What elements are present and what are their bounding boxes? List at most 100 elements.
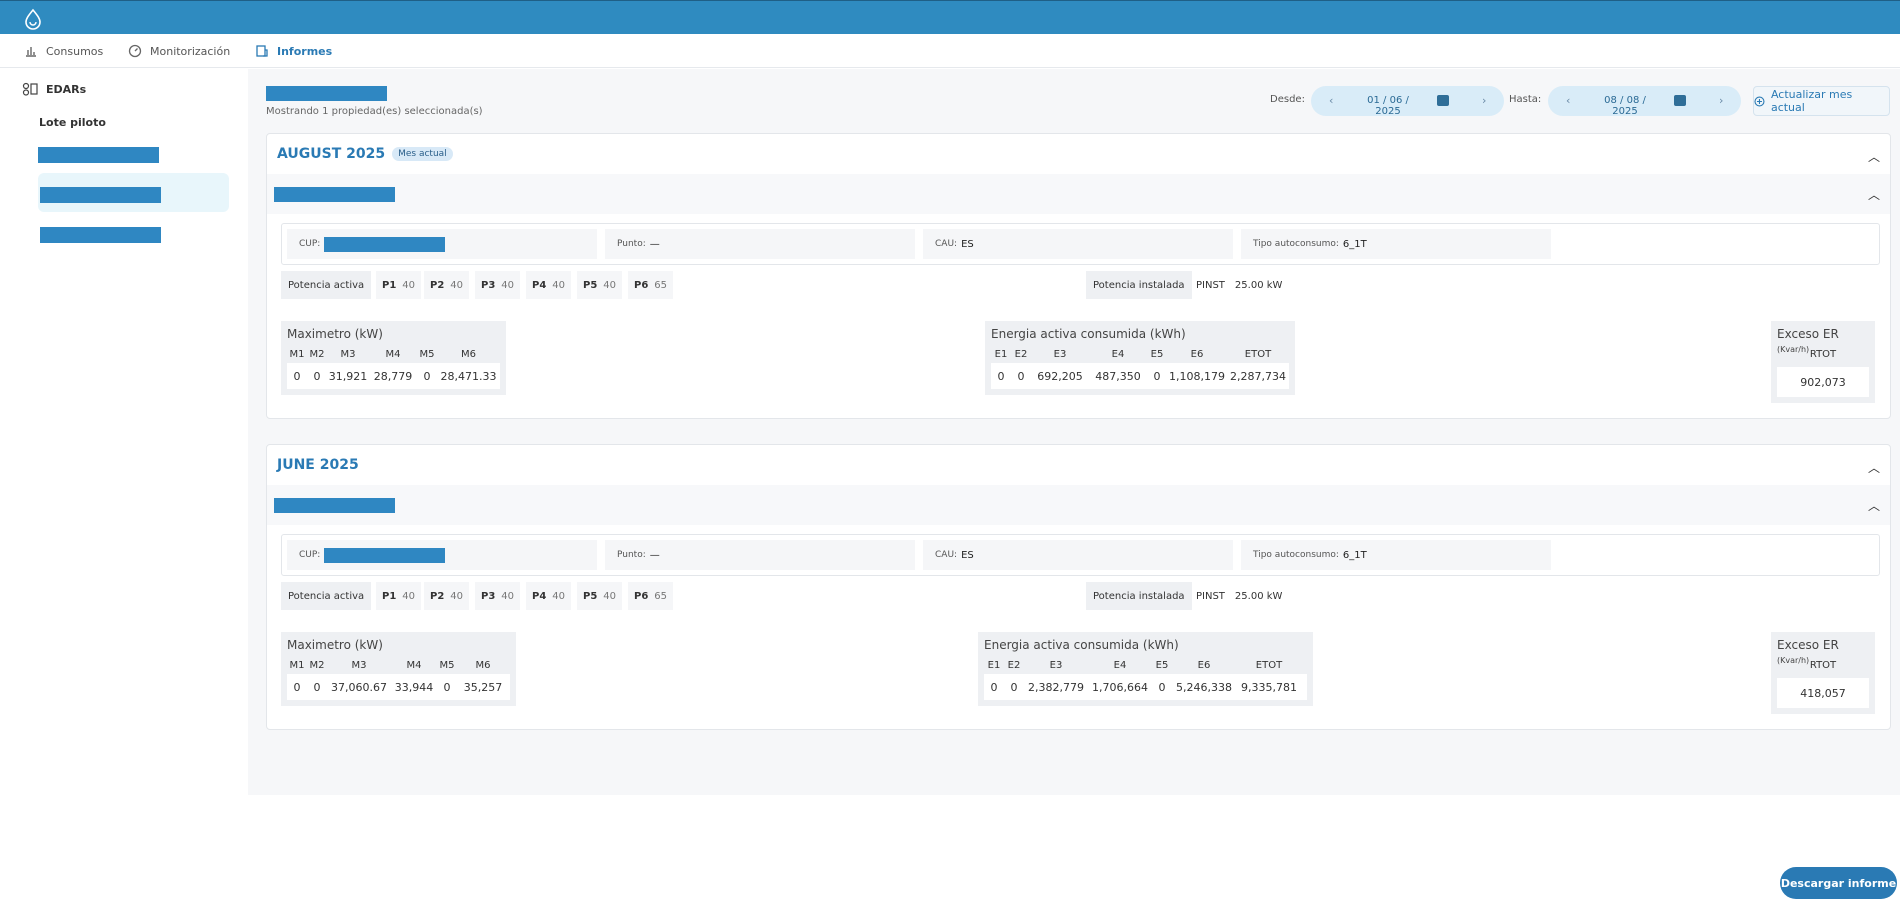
table-cell: 418,057 (1800, 686, 1846, 700)
exceso-title-text: Exceso ER (1777, 638, 1839, 652)
cup-label: CUP: (299, 239, 321, 249)
sidebar-title[interactable]: EDARs (22, 82, 86, 96)
table-cell: 28,471.33 (440, 369, 497, 383)
chevron-left-icon[interactable]: ‹ (1329, 94, 1333, 107)
chevron-up-icon[interactable]: ︿ (1868, 148, 1880, 165)
sidebar-item-redacted-2[interactable] (40, 187, 161, 203)
report-icon (256, 45, 268, 57)
cup-label: CUP: (299, 550, 321, 560)
chevron-up-icon[interactable]: ︿ (1868, 459, 1880, 476)
sidebar-item-redacted-3[interactable] (40, 227, 161, 243)
table-header-cell: E3 (1049, 659, 1063, 671)
potencia-key: P5 (583, 590, 598, 602)
pinst-field: PINST 25.00 kW (1196, 582, 1282, 610)
chevron-up-icon[interactable]: ︿ (1868, 186, 1880, 203)
maximetro-title: Maximetro (kW) (287, 638, 383, 652)
table-cell: 2,382,779 (1028, 680, 1084, 694)
sidebar-group-label[interactable]: Lote piloto (39, 116, 106, 129)
table-header-cell: E4 (1113, 659, 1127, 671)
tipo-label: Tipo autoconsumo: (1253, 550, 1339, 560)
download-report-button[interactable]: Descargar informe (1780, 867, 1897, 899)
potencia-activa-label: Potencia activa (281, 582, 372, 610)
potencia-item: P4 40 (526, 582, 572, 610)
table-cell: 9,335,781 (1241, 680, 1297, 694)
update-month-button[interactable]: Actualizar mes actual (1753, 86, 1890, 116)
table-cell: 0 (293, 680, 301, 694)
table-header-cell: M5 (419, 348, 435, 360)
tipo-autoconsumo-field: Tipo autoconsumo: 6_1T (1241, 540, 1551, 570)
energia-table: Energia activa consumida (kWh) E1 E2 E3 … (978, 632, 1313, 706)
punto-value: — (649, 238, 660, 250)
punto-field: Punto: — (605, 229, 915, 259)
nav-informes[interactable]: Informes (255, 34, 332, 68)
update-month-label: Actualizar mes actual (1770, 88, 1853, 114)
calendar-icon[interactable] (1674, 95, 1686, 106)
table-header-cell: E4 (1111, 348, 1125, 360)
nav-consumos[interactable]: Consumos (24, 34, 103, 68)
sidebar-item-redacted-1[interactable] (38, 147, 159, 163)
pinst-field: PINST 25.00 kW (1196, 271, 1282, 299)
table-cell: 692,205 (1037, 369, 1083, 383)
desde-date-value[interactable]: 01 / 06 / 2025 (1353, 95, 1423, 117)
cau-label: CAU: (935, 239, 958, 249)
table-header-cell: M4 (385, 348, 401, 360)
potencia-key: P4 (532, 590, 547, 602)
property-subheader[interactable]: ︿ (267, 485, 1890, 525)
table-cell: 0 (313, 369, 321, 383)
pinst-value: 25.00 kW (1234, 279, 1283, 291)
chevron-left-icon[interactable]: ‹ (1566, 94, 1570, 107)
month-title[interactable]: AUGUST 2025 Mes actual (277, 146, 453, 162)
selection-caption: Mostrando 1 propiedad(es) seleccionada(s… (266, 106, 483, 117)
table-header-cell: M2 (309, 348, 325, 360)
table-header-cell: ETOT (1255, 659, 1283, 671)
table-cell: 0 (443, 680, 451, 694)
tipo-value: 6_1T (1342, 238, 1367, 250)
table-header-cell: M3 (351, 659, 367, 671)
potencia-item: P6 65 (628, 271, 674, 299)
potencia-value: 40 (552, 279, 566, 291)
sidebar: EDARs Lote piloto (0, 69, 248, 904)
potencia-item: P5 40 (577, 582, 623, 610)
potencia-value: 40 (603, 590, 617, 602)
table-cell: 0 (313, 680, 321, 694)
table-cell: 902,073 (1800, 375, 1846, 389)
hasta-date-picker[interactable]: ‹ 08 / 08 / 2025 › (1548, 86, 1741, 117)
calendar-icon[interactable] (1437, 95, 1449, 106)
energia-title: Energia activa consumida (kWh) (991, 327, 1186, 341)
table-header-cell: M2 (309, 659, 325, 671)
table-cell: 37,060.67 (331, 680, 387, 694)
hasta-label: Hasta: (1509, 94, 1542, 105)
maximetro-title: Maximetro (kW) (287, 327, 383, 341)
table-header-cell: ETOT (1244, 348, 1272, 360)
current-month-badge: Mes actual (392, 147, 453, 161)
table-cell: 1,706,664 (1092, 680, 1148, 694)
hasta-date-value[interactable]: 08 / 08 / 2025 (1590, 95, 1660, 117)
maximetro-table: Maximetro (kW) M1 M2 M3 M4 M5 M6 0 0 31,… (281, 321, 506, 395)
table-cell: 0 (990, 680, 998, 694)
table-cell: 0 (1153, 369, 1161, 383)
table-header-cell: E2 (1014, 348, 1028, 360)
potencia-key: P4 (532, 279, 547, 291)
table-header-cell: M3 (340, 348, 356, 360)
desde-date-picker[interactable]: ‹ 01 / 06 / 2025 › (1311, 86, 1504, 117)
info-row: CUP: Punto: — CAU: ES Tipo autoconsumo: 6_1… (281, 223, 1880, 265)
chevron-up-icon[interactable]: ︿ (1868, 497, 1880, 514)
maximetro-values: 0 0 31,921 28,779 0 28,471.33 (287, 363, 500, 389)
exceso-title: Exceso ER (Kvar/h) (1777, 638, 1869, 665)
potencia-instalada-label: Potencia instalada (1086, 271, 1192, 299)
gauge-icon (128, 44, 142, 58)
month-title[interactable]: JUNE 2025 (277, 457, 359, 473)
logo-icon[interactable] (22, 8, 44, 30)
potencia-activa-label: Potencia activa (281, 271, 372, 299)
table-cell: 28,779 (373, 369, 413, 383)
energia-header: E1 E2 E3 E4 E5 E6 ETOT (984, 656, 1307, 674)
nav-monitorizacion[interactable]: Monitorización (128, 34, 230, 68)
cup-value-redacted (324, 236, 446, 252)
exceso-header: RTOT (1777, 345, 1869, 363)
property-subheader[interactable]: ︿ (267, 174, 1890, 214)
maximetro-header: M1 M2 M3 M4 M5 M6 (287, 345, 500, 363)
chevron-right-icon[interactable]: › (1719, 94, 1723, 107)
chevron-right-icon[interactable]: › (1482, 94, 1486, 107)
table-header-cell: E6 (1197, 659, 1211, 671)
pinst-label: PINST (1196, 279, 1225, 291)
